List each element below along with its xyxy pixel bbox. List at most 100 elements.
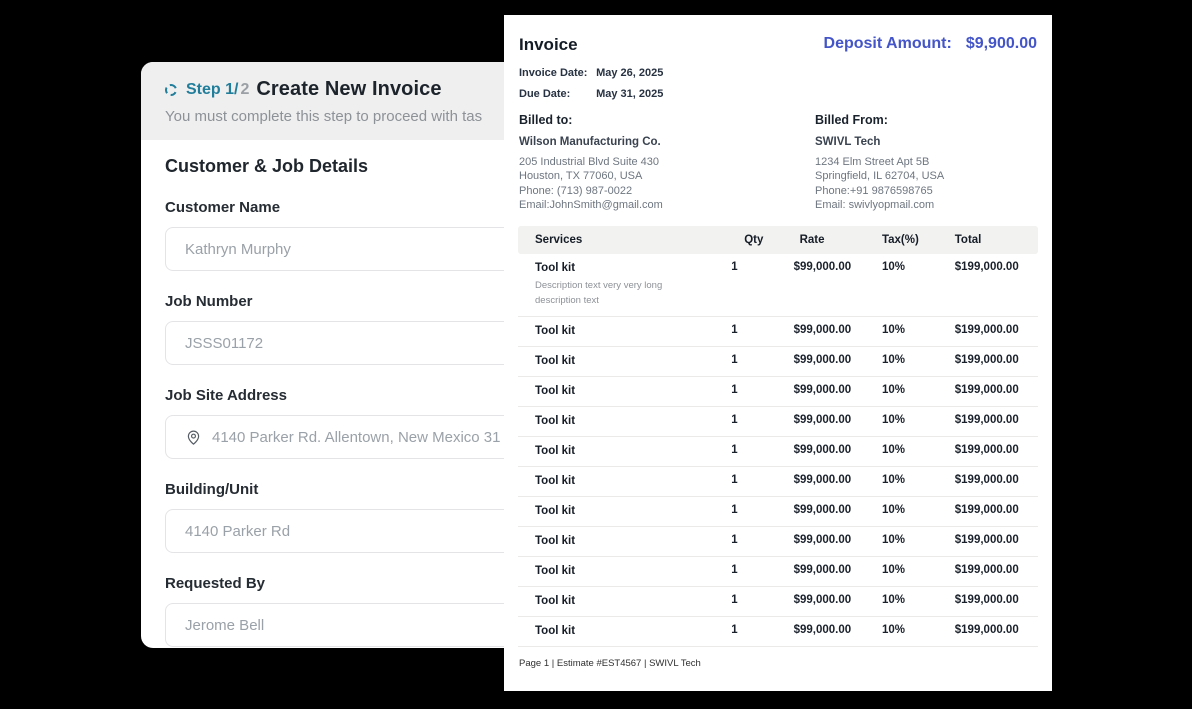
rate-cell: $99,000.00: [794, 261, 882, 273]
field-value: 4140 Parker Rd: [185, 523, 290, 540]
total-cell: $199,000.00: [955, 384, 1038, 396]
rate-cell: $99,000.00: [794, 414, 882, 426]
wizard-subtitle: You must complete this step to proceed w…: [165, 108, 537, 125]
create-invoice-panel: Step 1/ 2 Create New Invoice You must co…: [141, 62, 561, 648]
tax-cell: 10%: [882, 414, 955, 426]
qty-cell: 1: [731, 354, 793, 366]
job-site-address-input[interactable]: 4140 Parker Rd. Allentown, New Mexico 31: [165, 415, 537, 459]
step-indicator: Step 1/: [186, 81, 238, 99]
header-qty: Qty: [731, 234, 793, 246]
service-cell: Tool kit: [518, 504, 731, 518]
service-cell: Tool kit: [518, 474, 731, 488]
service-cell: Tool kitDescription text very very long …: [518, 261, 731, 308]
table-row: Tool kit1$99,000.0010%$199,000.00: [518, 557, 1038, 587]
rate-cell: $99,000.00: [794, 354, 882, 366]
job-number-input[interactable]: JSSS01172: [165, 321, 537, 365]
qty-cell: 1: [731, 474, 793, 486]
qty-cell: 1: [731, 324, 793, 336]
location-pin-icon: [185, 429, 202, 446]
service-name: Tool kit: [535, 414, 731, 428]
total-cell: $199,000.00: [955, 624, 1038, 636]
field-label: Job Number: [165, 293, 537, 310]
table-row: Tool kit1$99,000.0010%$199,000.00: [518, 347, 1038, 377]
field-label: Job Site Address: [165, 387, 537, 404]
qty-cell: 1: [731, 261, 793, 273]
service-name: Tool kit: [535, 594, 731, 608]
form-field-group: Requested ByJerome Bell: [165, 575, 537, 647]
table-row: Tool kit1$99,000.0010%$199,000.00: [518, 437, 1038, 467]
rate-cell: $99,000.00: [794, 324, 882, 336]
table-row: Tool kit1$99,000.0010%$199,000.00: [518, 617, 1038, 647]
service-cell: Tool kit: [518, 354, 731, 368]
total-cell: $199,000.00: [955, 534, 1038, 546]
field-value: Kathryn Murphy: [185, 241, 291, 258]
service-cell: Tool kit: [518, 534, 731, 548]
service-cell: Tool kit: [518, 324, 731, 338]
tax-cell: 10%: [882, 534, 955, 546]
qty-cell: 1: [731, 534, 793, 546]
invoice-dates: Invoice Date: May 26, 2025 Due Date: May…: [504, 55, 1052, 100]
invoice-page-footer: Page 1 | Estimate #EST4567 | SWIVL Tech: [519, 658, 701, 669]
field-value: JSSS01172: [185, 335, 263, 352]
tax-cell: 10%: [882, 261, 955, 273]
building-unit-input[interactable]: 4140 Parker Rd: [165, 509, 537, 553]
form-field-group: Building/Unit4140 Parker Rd: [165, 481, 537, 553]
table-header-row: Services Qty Rate Tax(%) Total: [518, 226, 1038, 254]
rate-cell: $99,000.00: [794, 384, 882, 396]
rate-cell: $99,000.00: [794, 504, 882, 516]
service-cell: Tool kit: [518, 624, 731, 638]
qty-cell: 1: [731, 624, 793, 636]
rate-cell: $99,000.00: [794, 594, 882, 606]
address-line: Email: swivlyopmail.com: [815, 198, 944, 212]
wizard-header: Step 1/ 2 Create New Invoice You must co…: [141, 62, 561, 140]
billed-from-heading: Billed From:: [815, 113, 944, 127]
form-field-group: Customer Name Kathryn Murphy: [165, 199, 537, 271]
header-tax: Tax(%): [882, 234, 955, 246]
deposit-label: Deposit Amount:: [824, 35, 952, 53]
service-name: Tool kit: [535, 354, 731, 368]
field-label: Customer Name: [165, 199, 537, 216]
billing-parties: Billed to: Wilson Manufacturing Co. 205 …: [504, 100, 1052, 213]
step-progress-icon: [165, 84, 177, 96]
service-name: Tool kit: [535, 384, 731, 398]
services-table: Services Qty Rate Tax(%) Total Tool kitD…: [518, 226, 1038, 647]
total-cell: $199,000.00: [955, 564, 1038, 576]
qty-cell: 1: [731, 414, 793, 426]
invoice-preview: Invoice Deposit Amount: $9,900.00 Invoic…: [504, 15, 1052, 691]
due-date-label: Due Date:: [519, 88, 593, 100]
qty-cell: 1: [731, 384, 793, 396]
invoice-date-label: Invoice Date:: [519, 67, 593, 79]
billed-to-name: Wilson Manufacturing Co.: [519, 136, 815, 148]
wizard-body: Customer & Job Details Customer Name Kath…: [141, 156, 561, 647]
rate-cell: $99,000.00: [794, 564, 882, 576]
customer-name-input[interactable]: Kathryn Murphy: [165, 227, 537, 271]
billed-to-lines: 205 Industrial Blvd Suite 430Houston, TX…: [519, 155, 815, 213]
address-line: 205 Industrial Blvd Suite 430: [519, 155, 815, 169]
billed-from-name: SWIVL Tech: [815, 136, 944, 148]
billed-to-heading: Billed to:: [519, 113, 815, 127]
address-line: Houston, TX 77060, USA: [519, 169, 815, 183]
rate-cell: $99,000.00: [794, 624, 882, 636]
wizard-title: Create New Invoice: [256, 78, 441, 101]
header-rate: Rate: [794, 234, 882, 246]
billed-from-lines: 1234 Elm Street Apt 5BSpringfield, IL 62…: [815, 155, 944, 213]
table-row: Tool kit1$99,000.0010%$199,000.00: [518, 467, 1038, 497]
billed-from-block: Billed From: SWIVL Tech 1234 Elm Street …: [815, 113, 944, 213]
service-name: Tool kit: [535, 324, 731, 338]
section-title: Customer & Job Details: [165, 156, 537, 177]
total-cell: $199,000.00: [955, 594, 1038, 606]
form-fields: Customer Name Kathryn Murphy Job Number JSS…: [165, 199, 537, 647]
table-row: Tool kit1$99,000.0010%$199,000.00: [518, 497, 1038, 527]
service-name: Tool kit: [535, 504, 731, 518]
address-line: 1234 Elm Street Apt 5B: [815, 155, 944, 169]
tax-cell: 10%: [882, 474, 955, 486]
service-name: Tool kit: [535, 261, 731, 275]
step-total: 2: [240, 81, 249, 99]
invoice-header: Invoice Deposit Amount: $9,900.00: [504, 15, 1052, 55]
due-date-value: May 31, 2025: [596, 88, 663, 100]
requested-by-input[interactable]: Jerome Bell: [165, 603, 537, 647]
total-cell: $199,000.00: [955, 444, 1038, 456]
tax-cell: 10%: [882, 624, 955, 636]
due-date-row: Due Date: May 31, 2025: [519, 88, 1037, 100]
total-cell: $199,000.00: [955, 324, 1038, 336]
